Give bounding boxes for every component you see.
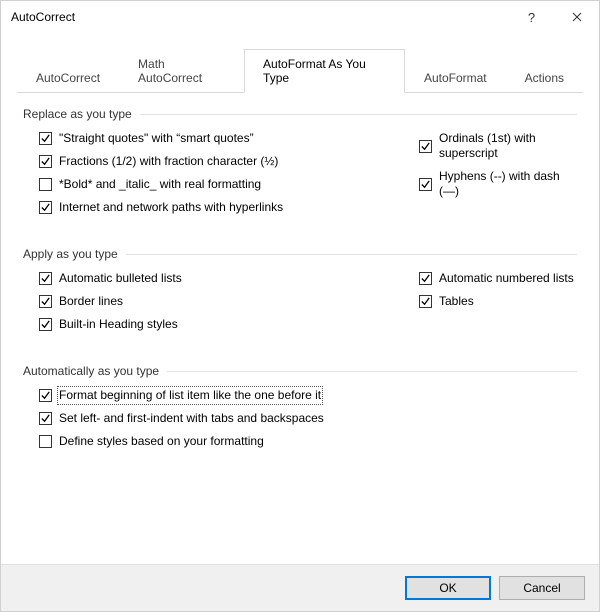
ok-button[interactable]: OK [405,576,491,600]
checkbox-box [419,140,432,153]
window-title: AutoCorrect [11,10,75,24]
checkbox-numbered-lists[interactable]: Automatic numbered lists [419,271,577,286]
col-left: "Straight quotes" with “smart quotes” Fr… [39,131,419,223]
checkbox-label: Automatic numbered lists [439,271,574,286]
checkbox-fractions[interactable]: Fractions (1/2) with fraction character … [39,154,419,169]
group-body-replace: "Straight quotes" with “smart quotes” Fr… [23,131,577,223]
tab-bar: AutoCorrect Math AutoCorrect AutoFormat … [17,49,583,93]
group-divider [140,114,577,115]
col-right: Ordinals (1st) with superscript Hyphens … [419,131,577,223]
tab-actions[interactable]: Actions [506,63,583,93]
group-body-auto: Format beginning of list item like the o… [23,388,577,449]
group-replace: Replace as you type "Straight quotes" wi… [23,107,577,223]
help-button[interactable]: ? [509,2,554,32]
checkbox-label: Hyphens (--) with dash (—) [439,169,577,199]
checkbox-straight-quotes[interactable]: "Straight quotes" with “smart quotes” [39,131,419,146]
checkbox-heading-styles[interactable]: Built-in Heading styles [39,317,419,332]
checkbox-tables[interactable]: Tables [419,294,577,309]
close-button[interactable] [554,2,599,32]
checkbox-label: Ordinals (1st) with superscript [439,131,577,161]
dialog-footer: OK Cancel [1,564,599,611]
window-controls: ? [509,1,599,33]
group-auto: Automatically as you type Format beginni… [23,364,577,449]
tab-autocorrect[interactable]: AutoCorrect [17,63,119,93]
checkbox-box [419,272,432,285]
checkbox-ordinals[interactable]: Ordinals (1st) with superscript [419,131,577,161]
checkbox-box [39,178,52,191]
checkbox-set-indent[interactable]: Set left- and first-indent with tabs and… [39,411,577,426]
checkbox-label: Set left- and first-indent with tabs and… [59,411,324,426]
close-icon [572,12,582,22]
group-header-auto: Automatically as you type [23,364,577,378]
checkbox-box [39,201,52,214]
checkbox-box [39,412,52,425]
checkbox-label: Built-in Heading styles [59,317,178,332]
group-body-apply: Automatic bulleted lists Border lines Bu… [23,271,577,340]
checkbox-bold-italic[interactable]: *Bold* and _italic_ with real formatting [39,177,419,192]
checkbox-format-begin[interactable]: Format beginning of list item like the o… [39,388,577,403]
checkbox-box [39,272,52,285]
checkbox-box [419,178,432,191]
tab-math-autocorrect[interactable]: Math AutoCorrect [119,49,244,93]
tab-pane: Replace as you type "Straight quotes" wi… [17,93,583,564]
checkbox-label: Format beginning of list item like the o… [59,388,321,403]
checkbox-box [39,435,52,448]
checkbox-hyphens[interactable]: Hyphens (--) with dash (—) [419,169,577,199]
tab-autoformat-as-you-type[interactable]: AutoFormat As You Type [244,49,405,93]
checkbox-define-styles[interactable]: Define styles based on your formatting [39,434,577,449]
autocorrect-dialog: AutoCorrect ? AutoCorrect Math AutoCorre… [0,0,600,612]
checkbox-label: "Straight quotes" with “smart quotes” [59,131,254,146]
checkbox-label: Internet and network paths with hyperlin… [59,200,283,215]
checkbox-box [39,155,52,168]
col-left: Automatic bulleted lists Border lines Bu… [39,271,419,340]
checkbox-box [39,389,52,402]
group-divider [126,254,577,255]
group-title-auto: Automatically as you type [23,364,167,378]
checkbox-box [39,318,52,331]
titlebar: AutoCorrect ? [1,1,599,33]
checkbox-label: *Bold* and _italic_ with real formatting [59,177,261,192]
group-title-replace: Replace as you type [23,107,140,121]
dialog-content: AutoCorrect Math AutoCorrect AutoFormat … [1,33,599,564]
checkbox-border-lines[interactable]: Border lines [39,294,419,309]
tab-autoformat[interactable]: AutoFormat [405,63,506,93]
group-title-apply: Apply as you type [23,247,126,261]
checkbox-hyperlinks[interactable]: Internet and network paths with hyperlin… [39,200,419,215]
group-divider [167,371,577,372]
checkbox-box [39,132,52,145]
checkbox-label: Automatic bulleted lists [59,271,182,286]
col-right: Automatic numbered lists Tables [419,271,577,340]
group-apply: Apply as you type Automatic bulleted lis… [23,247,577,340]
checkbox-label: Define styles based on your formatting [59,434,264,449]
group-header-apply: Apply as you type [23,247,577,261]
checkbox-label: Fractions (1/2) with fraction character … [59,154,278,169]
checkbox-box [39,295,52,308]
group-header-replace: Replace as you type [23,107,577,121]
checkbox-bulleted-lists[interactable]: Automatic bulleted lists [39,271,419,286]
checkbox-label: Tables [439,294,474,309]
checkbox-box [419,295,432,308]
cancel-button[interactable]: Cancel [499,576,585,600]
checkbox-label: Border lines [59,294,123,309]
